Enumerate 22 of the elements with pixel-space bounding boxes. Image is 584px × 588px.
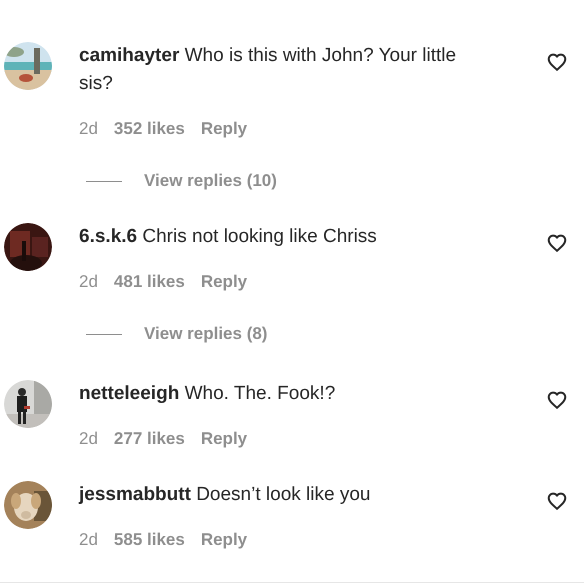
heart-icon[interactable] (546, 232, 568, 254)
heart-icon[interactable] (546, 389, 568, 411)
likes-link[interactable]: 481 likes (114, 270, 185, 294)
reply-link[interactable]: Reply (200, 427, 248, 451)
likes-link[interactable]: 277 likes (114, 427, 185, 451)
heart-icon[interactable] (546, 51, 568, 73)
comment-time: 2d (79, 118, 98, 140)
likes-link[interactable]: 585 likes (114, 528, 185, 552)
comment-text: 6.s.k.6 Chris not looking like Chriss (79, 225, 378, 249)
comment-text: jessmabbutt Doesn’t look like you (79, 483, 372, 507)
reply-link[interactable]: Reply (200, 270, 248, 294)
heart-icon[interactable] (546, 490, 568, 512)
comment-time: 2d (79, 529, 98, 551)
likes-link[interactable]: 352 likes (114, 117, 185, 141)
comment-time: 2d (79, 428, 98, 450)
comment-text: netteleeigh Who. The. Fook!? (79, 382, 336, 406)
reply-link[interactable]: Reply (200, 528, 248, 552)
reply-link[interactable]: Reply (200, 117, 248, 141)
view-replies-link[interactable]: View replies (8) (144, 322, 268, 346)
comment-text: camihayter Who is this with John? Your little sis? (79, 44, 458, 96)
comment-time: 2d (79, 271, 98, 293)
view-replies-link[interactable]: View replies (10) (144, 169, 277, 193)
